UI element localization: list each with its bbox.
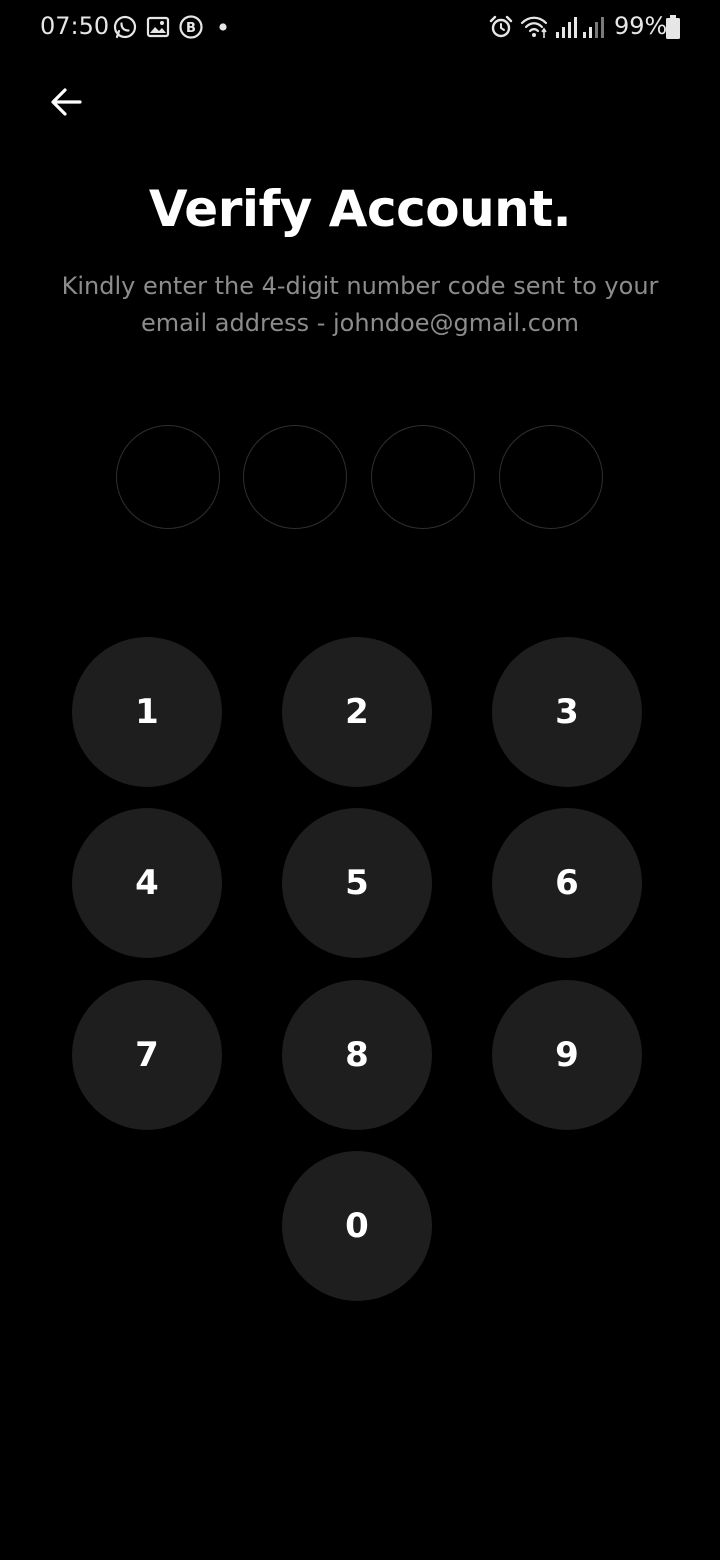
alarm-icon <box>489 15 513 38</box>
key-9[interactable]: 9 <box>492 980 642 1130</box>
gallery-icon <box>146 16 170 38</box>
key-1[interactable]: 1 <box>72 637 222 787</box>
key-0[interactable]: 0 <box>282 1151 432 1301</box>
battery-percentage: 99% <box>614 12 668 40</box>
signal-icon <box>583 17 604 38</box>
wifi-icon <box>520 16 548 38</box>
dot-icon <box>219 23 227 31</box>
status-bar: 07:50 B 99% <box>0 0 720 56</box>
arrow-left-icon <box>51 88 82 116</box>
key-6[interactable]: 6 <box>492 808 642 958</box>
key-2[interactable]: 2 <box>282 637 432 787</box>
otp-digit-2[interactable] <box>243 425 347 529</box>
key-4[interactable]: 4 <box>72 808 222 958</box>
status-time: 07:50 <box>40 12 110 40</box>
otp-digit-4[interactable] <box>499 425 603 529</box>
whatsapp-icon <box>113 15 137 39</box>
key-5[interactable]: 5 <box>282 808 432 958</box>
otp-input-row <box>116 425 606 531</box>
page-title: Verify Account. <box>148 180 572 238</box>
signal-icon <box>556 17 577 38</box>
key-3[interactable]: 3 <box>492 637 642 787</box>
otp-digit-1[interactable] <box>116 425 220 529</box>
key-7[interactable]: 7 <box>72 980 222 1130</box>
key-8[interactable]: 8 <box>282 980 432 1130</box>
otp-digit-3[interactable] <box>371 425 475 529</box>
svg-text:B: B <box>186 21 196 36</box>
subtitle: Kindly enter the 4-digit number code sen… <box>61 272 659 337</box>
b-app-icon: B <box>179 15 203 39</box>
battery-icon <box>666 15 680 39</box>
back-button[interactable] <box>44 80 88 124</box>
